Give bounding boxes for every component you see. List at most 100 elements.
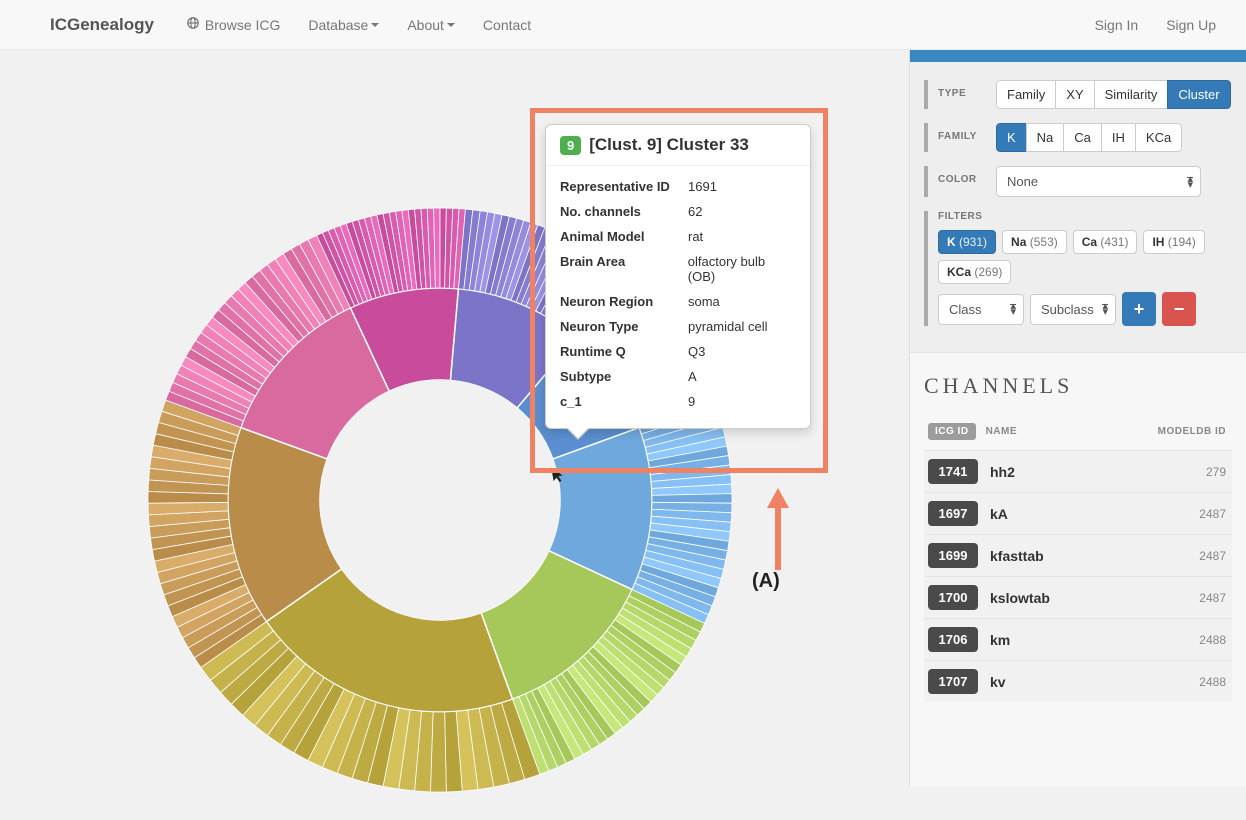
family-option-ih[interactable]: IH [1101, 123, 1136, 152]
sidebar: TYPE FamilyXYSimilarityCluster FAMILY KN… [909, 50, 1246, 786]
modeldb-id: 2487 [1199, 549, 1226, 563]
brand[interactable]: ICGenealogy [16, 15, 172, 35]
channels-list: 1741hh22791697kA24871699kfasttab24871700… [924, 450, 1232, 702]
popover-value: 1691 [688, 179, 717, 194]
sunburst-outer-segment[interactable] [652, 494, 732, 504]
name-header[interactable]: NAME [986, 426, 1158, 437]
nav-signin[interactable]: Sign In [1081, 2, 1153, 48]
popover-value: Q3 [688, 344, 705, 359]
add-filter-button[interactable]: + [1122, 292, 1156, 326]
channel-name: kfasttab [990, 548, 1199, 564]
subclass-select[interactable]: Subclass [1030, 294, 1116, 325]
filter-tag-na[interactable]: Na (553) [1002, 230, 1067, 254]
nav-contact[interactable]: Contact [469, 2, 545, 48]
nav-database-label: Database [308, 17, 368, 33]
modeldb-id: 2488 [1199, 633, 1226, 647]
family-option-na[interactable]: Na [1026, 123, 1065, 152]
popover-value: olfactory bulb (OB) [688, 254, 796, 284]
channel-row[interactable]: 1700kslowtab2487 [924, 576, 1232, 618]
type-option-family[interactable]: Family [996, 80, 1056, 109]
channel-row[interactable]: 1699 kfasttab2487 [924, 534, 1232, 576]
popover-row: Runtime QQ3 [560, 339, 796, 364]
controls-panel: TYPE FamilyXYSimilarityCluster FAMILY KN… [910, 62, 1246, 352]
color-select[interactable]: None [996, 166, 1201, 197]
type-option-similarity[interactable]: Similarity [1094, 80, 1169, 109]
popover-key: Representative ID [560, 179, 688, 194]
popover-key: Brain Area [560, 254, 688, 284]
nav-signup[interactable]: Sign Up [1152, 2, 1230, 48]
channel-row[interactable]: 1697kA2487 [924, 492, 1232, 534]
family-option-k[interactable]: K [996, 123, 1027, 152]
popover-body: Representative ID1691No. channels62Anima… [546, 166, 810, 428]
modeldb-id: 2487 [1199, 507, 1226, 521]
icg-id-header[interactable]: ICG ID [928, 423, 976, 440]
visualization-canvas[interactable]: 9 [Clust. 9] Cluster 33 Representative I… [0, 50, 909, 786]
type-option-cluster[interactable]: Cluster [1167, 80, 1230, 109]
filter-tag-ca[interactable]: Ca (431) [1073, 230, 1138, 254]
channel-row[interactable]: 1741hh2279 [924, 450, 1232, 492]
globe-icon [186, 16, 200, 33]
icg-id-badge: 1699 [928, 543, 978, 568]
channel-name: hh2 [990, 464, 1206, 480]
color-control-row: COLOR None ▴▾ [924, 166, 1232, 197]
popover-row: c_19 [560, 389, 796, 414]
nav-browse[interactable]: Browse ICG [172, 1, 294, 48]
remove-filter-button[interactable]: − [1162, 292, 1196, 326]
channel-name: kv [990, 674, 1199, 690]
popover-title: [Clust. 9] Cluster 33 [589, 135, 749, 155]
popover-value: A [688, 369, 697, 384]
caret-icon [371, 23, 379, 27]
channel-row[interactable]: 1707 kv2488 [924, 660, 1232, 702]
filter-tag-k[interactable]: K (931) [938, 230, 996, 254]
channels-section: CHANNELS ICG ID NAME MODELDB ID 1741hh22… [910, 352, 1246, 786]
sunburst-center [320, 380, 560, 620]
select-arrows-icon: ▴▾ [1187, 176, 1193, 188]
filter-tag-ih[interactable]: IH (194) [1143, 230, 1204, 254]
icg-id-badge: 1700 [928, 585, 978, 610]
popover-key: Animal Model [560, 229, 688, 244]
family-control-row: FAMILY KNaCaIHKCa [924, 123, 1232, 152]
nav-database[interactable]: Database [294, 2, 393, 48]
modeldb-id: 2488 [1199, 675, 1226, 689]
popover-row: Neuron Typepyramidal cell [560, 314, 796, 339]
icg-id-badge: 1707 [928, 669, 978, 694]
filters-label: FILTERS [938, 211, 996, 222]
sidebar-accent-strip [910, 50, 1246, 62]
popover-row: Representative ID1691 [560, 174, 796, 199]
popover-row: Brain Areaolfactory bulb (OB) [560, 249, 796, 289]
popover-row: Neuron Regionsoma [560, 289, 796, 314]
modeldb-id: 2487 [1199, 591, 1226, 605]
popover-key: Neuron Region [560, 294, 688, 309]
family-label: FAMILY [938, 123, 996, 142]
popover-key: Subtype [560, 369, 688, 384]
type-control-row: TYPE FamilyXYSimilarityCluster [924, 80, 1232, 109]
filter-tag-kca[interactable]: KCa (269) [938, 260, 1011, 284]
type-label: TYPE [938, 80, 996, 99]
family-option-kca[interactable]: KCa [1135, 123, 1182, 152]
caret-icon [447, 23, 455, 27]
nav-about-label: About [407, 17, 444, 33]
select-arrows-icon: ▴▾ [1010, 303, 1016, 315]
family-button-group: KNaCaIHKCa [996, 123, 1182, 152]
modeldb-header[interactable]: MODELDB ID [1158, 426, 1226, 437]
filters-control-row: FILTERS K (931)Na (553)Ca (431)IH (194) K… [924, 211, 1232, 326]
type-option-xy[interactable]: XY [1055, 80, 1094, 109]
popover-row: SubtypeA [560, 364, 796, 389]
annotation-arrow-icon [764, 488, 792, 578]
select-arrows-icon: ▴▾ [1102, 303, 1108, 315]
annotation-label: (A) [752, 570, 780, 593]
popover-value: rat [688, 229, 703, 244]
channel-row[interactable]: 1706km2488 [924, 618, 1232, 660]
popover-value: 62 [688, 204, 702, 219]
popover-key: c_1 [560, 394, 688, 409]
class-select[interactable]: Class [938, 294, 1024, 325]
family-option-ca[interactable]: Ca [1063, 123, 1102, 152]
color-label: COLOR [938, 166, 996, 185]
popover-row: Animal Modelrat [560, 224, 796, 249]
icg-id-badge: 1697 [928, 501, 978, 526]
channels-table-header: ICG ID NAME MODELDB ID [924, 423, 1232, 450]
icg-id-badge: 1741 [928, 459, 978, 484]
popover-value: pyramidal cell [688, 319, 767, 334]
nav-about[interactable]: About [393, 2, 469, 48]
icg-id-badge: 1706 [928, 627, 978, 652]
